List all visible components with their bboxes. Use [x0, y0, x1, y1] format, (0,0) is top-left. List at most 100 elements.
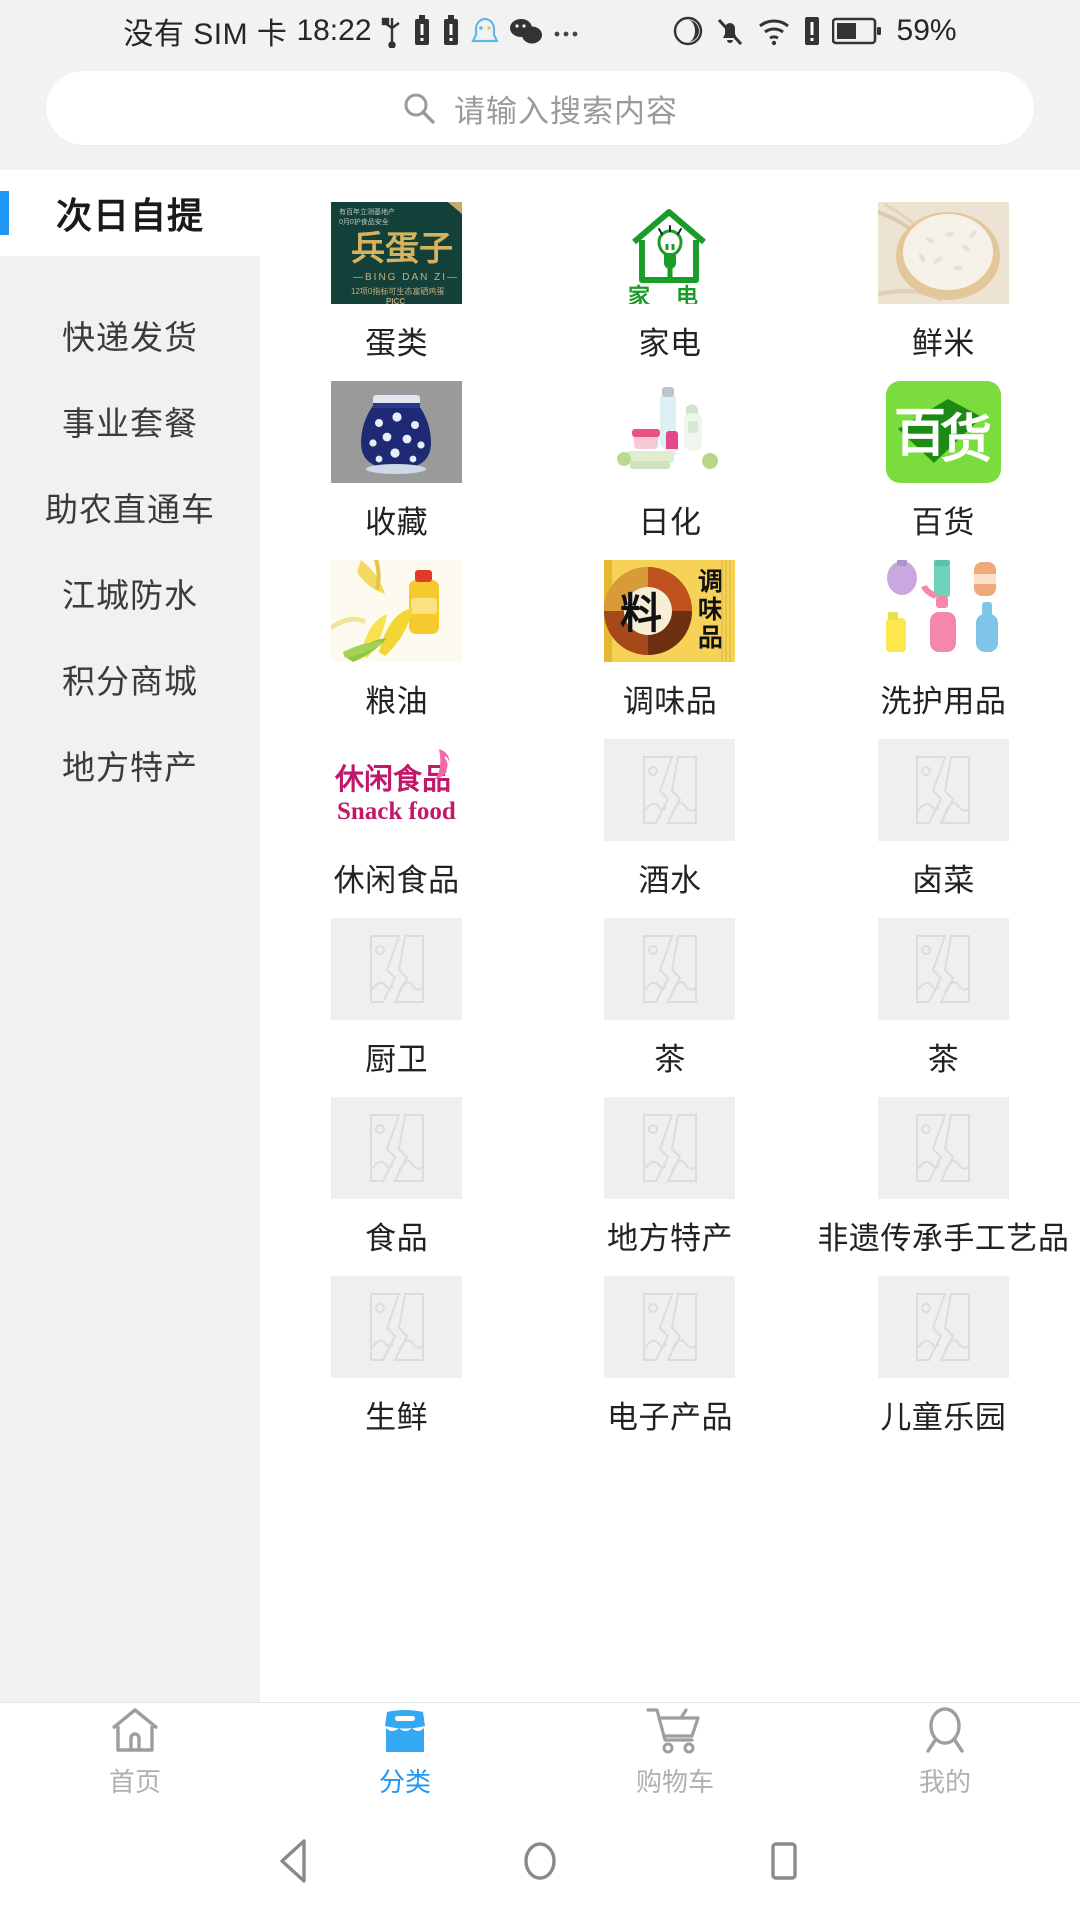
category-item[interactable]: 粮油: [260, 542, 533, 721]
category-item[interactable]: 家 电 家电: [533, 184, 806, 363]
sim-alert-icon: [803, 15, 821, 47]
tab-category[interactable]: 分类: [270, 1703, 540, 1802]
category-item[interactable]: 收藏: [260, 363, 533, 542]
placeholder-image-icon: [604, 1276, 736, 1378]
category-item[interactable]: 茶: [533, 900, 806, 1079]
status-bar: 没有 SIM 卡 18:22 59%: [0, 0, 1080, 62]
placeholder-image-icon: [877, 1097, 1009, 1199]
sidebar-item-6[interactable]: 地方特产: [0, 722, 260, 808]
category-item[interactable]: 非遗传承手工艺品: [807, 1079, 1080, 1258]
svg-text:品: 品: [698, 624, 723, 652]
sidebar-item-5[interactable]: 积分商城: [0, 636, 260, 722]
svg-text:百: 百: [894, 406, 946, 463]
category-item[interactable]: 鲜米: [807, 184, 1080, 363]
category-item[interactable]: 日化: [533, 363, 806, 542]
sidebar-item-label: 事业套餐: [62, 405, 198, 442]
search-icon: [402, 91, 436, 125]
category-label: 粮油: [365, 684, 429, 719]
snack-food-logo-icon: 休闲食品 Snack food: [331, 739, 463, 841]
fresh-rice-basket-icon: [877, 202, 1009, 304]
recents-square-icon[interactable]: [756, 1833, 812, 1889]
search-bar-container: 请输入搜索内容: [0, 62, 1080, 170]
category-label: 非遗传承手工艺品: [817, 1221, 1070, 1256]
category-grid-pane[interactable]: 有百年立测基地产 0月0护食品安全 兵蛋子 —BING DAN ZI— 12项0…: [260, 170, 1080, 1702]
grain-oil-corn-icon: [331, 560, 463, 662]
main-content: 次日自提 快递发货 事业套餐 助农直通车 江城防水 积分商城 地方特产 有百年立…: [0, 170, 1080, 1702]
tab-profile[interactable]: 我的: [810, 1703, 1080, 1802]
category-label: 儿童乐园: [880, 1400, 1007, 1435]
status-bar-left: 没有 SIM 卡 18:22: [123, 9, 581, 53]
sidebar-item-2[interactable]: 事业套餐: [0, 378, 260, 464]
general-merchandise-logo-icon: 百 货: [877, 381, 1009, 483]
wechat-icon: [509, 16, 543, 46]
back-triangle-icon[interactable]: [268, 1833, 324, 1889]
category-item[interactable]: 洗护用品: [807, 542, 1080, 721]
tab-label: 分类: [378, 1767, 431, 1797]
seasoning-poster-icon: 料 调 味 品: [604, 560, 736, 662]
placeholder-image-icon: [877, 1276, 1009, 1378]
category-grid: 有百年立测基地产 0月0护食品安全 兵蛋子 —BING DAN ZI— 12项0…: [260, 184, 1080, 1437]
svg-text:休闲食品: 休闲食品: [334, 762, 451, 796]
category-item[interactable]: 百 货 百货: [807, 363, 1080, 542]
more-icon: [552, 16, 582, 46]
svg-text:调: 调: [698, 568, 723, 596]
category-item[interactable]: 茶: [807, 900, 1080, 1079]
svg-text:电: 电: [676, 284, 698, 304]
tab-label: 首页: [108, 1767, 161, 1797]
category-item[interactable]: 地方特产: [533, 1079, 806, 1258]
svg-text:货: 货: [940, 411, 992, 469]
sidebar-item-1[interactable]: 快递发货: [0, 292, 260, 378]
bottom-tab-bar: 首页 分类 购物车 我的: [0, 1702, 1080, 1802]
android-nav-bar: [0, 1802, 1080, 1920]
svg-text:有百年立测基地产: 有百年立测基地产: [339, 207, 395, 216]
sidebar-item-3[interactable]: 助农直通车: [0, 464, 260, 550]
category-item[interactable]: 休闲食品 Snack food 休闲食品: [260, 721, 533, 900]
usb-icon: [381, 14, 403, 49]
tab-home[interactable]: 首页: [0, 1703, 270, 1802]
svg-text:PICC: PICC: [386, 297, 405, 304]
home-icon: [108, 1706, 162, 1754]
category-item[interactable]: 料 调 味 品 调味品: [533, 542, 806, 721]
eye-care-icon: [672, 15, 704, 47]
category-item[interactable]: 卤菜: [807, 721, 1080, 900]
sidebar-item-label: 积分商城: [62, 663, 198, 700]
battery-percent-label: 59%: [896, 14, 957, 47]
category-item[interactable]: 酒水: [533, 721, 806, 900]
category-label: 酒水: [638, 863, 702, 898]
search-placeholder: 请输入搜索内容: [454, 93, 678, 129]
blue-porcelain-jar-icon: [331, 381, 463, 483]
home-circle-icon[interactable]: [512, 1833, 568, 1889]
tab-cart[interactable]: 购物车: [540, 1703, 810, 1802]
category-label: 百货: [911, 505, 975, 540]
category-item[interactable]: 厨卫: [260, 900, 533, 1079]
placeholder-image-icon: [604, 918, 736, 1020]
sidebar-item-4[interactable]: 江城防水: [0, 550, 260, 636]
search-input[interactable]: 请输入搜索内容: [46, 71, 1034, 145]
category-item[interactable]: 生鲜: [260, 1258, 533, 1437]
placeholder-image-icon: [331, 1097, 463, 1199]
svg-text:12项0指标可生态富硒鸡蛋: 12项0指标可生态富硒鸡蛋: [351, 286, 444, 296]
category-item[interactable]: 电子产品: [533, 1258, 806, 1437]
category-label: 食品: [365, 1221, 429, 1256]
svg-text:兵蛋子: 兵蛋子: [351, 230, 453, 268]
battery-icon: [831, 16, 882, 46]
wifi-icon: [756, 16, 792, 46]
sidebar-item-label: 地方特产: [62, 749, 198, 786]
sidebar-item-label: 快递发货: [62, 319, 198, 356]
category-item[interactable]: 食品: [260, 1079, 533, 1258]
category-item[interactable]: 有百年立测基地产 0月0护食品安全 兵蛋子 —BING DAN ZI— 12项0…: [260, 184, 533, 363]
battery-alert-icon-2: [441, 14, 461, 48]
app-screen: 没有 SIM 卡 18:22 59% 请输入搜索内容 次日自提 快递发货 事业套…: [0, 0, 1080, 1920]
tab-label: 购物车: [635, 1767, 714, 1797]
carrier-label: 没有 SIM 卡: [123, 18, 288, 51]
sidebar-item-0[interactable]: 次日自提: [0, 170, 260, 256]
category-label: 调味品: [622, 684, 718, 719]
placeholder-image-icon: [331, 1276, 463, 1378]
category-item[interactable]: 儿童乐园: [807, 1258, 1080, 1437]
category-label: 电子产品: [606, 1400, 733, 1435]
category-label: 日化: [638, 505, 702, 540]
category-label: 蛋类: [365, 326, 429, 361]
category-sidebar[interactable]: 次日自提 快递发货 事业套餐 助农直通车 江城防水 积分商城 地方特产: [0, 170, 260, 1702]
home-appliance-logo-icon: 家 电: [604, 202, 736, 304]
